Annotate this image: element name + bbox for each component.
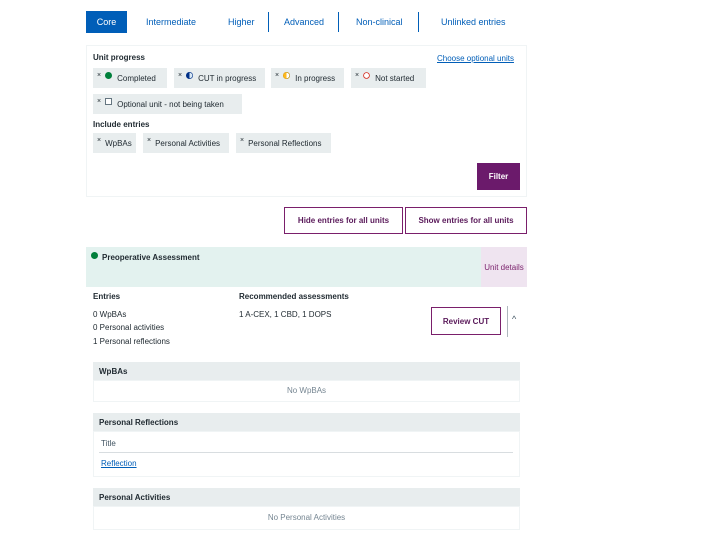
- entry-chip-wpbas[interactable]: × WpBAs: [93, 133, 136, 153]
- hide-entries-all-button[interactable]: Hide entries for all units: [284, 207, 403, 234]
- progress-chip-completed[interactable]: × Completed: [93, 68, 167, 88]
- remove-icon: ×: [97, 71, 102, 79]
- tab-core[interactable]: Core: [86, 11, 127, 33]
- remove-icon: ×: [147, 136, 152, 144]
- empty-circle-icon: [363, 71, 370, 81]
- remove-icon: ×: [178, 71, 183, 79]
- progress-chip-optional-not-taken[interactable]: × Optional unit - not being taken: [93, 94, 242, 114]
- recommended-value: 1 A-CEX, 1 CBD, 1 DOPS: [239, 310, 332, 319]
- reflection-link[interactable]: Reflection: [101, 459, 137, 468]
- reflections-column-divider: [99, 452, 513, 453]
- remove-icon: ×: [97, 97, 102, 105]
- unit-details-button[interactable]: Unit details: [481, 247, 527, 287]
- reflections-section-body: [93, 431, 520, 477]
- entries-activities-count: 0 Personal activities: [93, 323, 165, 332]
- filter-button[interactable]: Filter: [477, 163, 520, 190]
- show-entries-all-button[interactable]: Show entries for all units: [405, 207, 527, 234]
- review-cut-button[interactable]: Review CUT: [431, 307, 501, 335]
- reflections-section-header: Personal Reflections: [93, 413, 520, 431]
- collapse-divider: [507, 306, 508, 337]
- remove-icon: ×: [240, 136, 245, 144]
- tab-unlinked-entries[interactable]: Unlinked entries: [441, 11, 511, 33]
- green-dot-icon: [105, 71, 113, 81]
- tab-intermediate[interactable]: Intermediate: [146, 11, 206, 33]
- progress-chip-not-started[interactable]: × Not started: [351, 68, 426, 88]
- remove-icon: ×: [355, 71, 360, 79]
- yellow-half-circle-icon: [283, 71, 291, 81]
- progress-chip-in-progress[interactable]: × In progress: [271, 68, 344, 88]
- remove-icon: ×: [97, 136, 102, 144]
- wpbas-empty-message: No WpBAs: [286, 386, 327, 395]
- blue-half-circle-icon: [186, 71, 194, 81]
- choose-optional-units-link[interactable]: Choose optional units: [437, 54, 514, 63]
- tab-separator: [418, 12, 419, 32]
- tab-separator: [338, 12, 339, 32]
- progress-chip-cut-in-progress[interactable]: × CUT in progress: [174, 68, 265, 88]
- tab-non-clinical[interactable]: Non-clinical: [356, 11, 406, 33]
- entries-wpbas-count: 0 WpBAs: [93, 310, 127, 319]
- activities-section-header: Personal Activities: [93, 488, 520, 506]
- entries-reflections-count: 1 Personal reflections: [93, 337, 170, 346]
- wpbas-section-header: WpBAs: [93, 362, 520, 380]
- remove-icon: ×: [275, 71, 280, 79]
- tab-advanced[interactable]: Advanced: [284, 11, 330, 33]
- include-entries-label: Include entries: [93, 120, 150, 129]
- reflections-column-title: Title: [101, 439, 116, 448]
- tab-higher[interactable]: Higher: [228, 11, 262, 33]
- recommended-label: Recommended assessments: [239, 292, 349, 301]
- unit-progress-label: Unit progress: [93, 53, 146, 62]
- entries-label: Entries: [93, 292, 121, 301]
- tab-separator: [268, 12, 269, 32]
- entry-chip-personal-reflections[interactable]: × Personal Reflections: [236, 133, 331, 153]
- entry-chip-personal-activities[interactable]: × Personal Activities: [143, 133, 229, 153]
- square-icon: [105, 97, 112, 107]
- status-dot-icon: [91, 252, 98, 259]
- unit-title: Preoperative Assessment: [102, 253, 200, 262]
- activities-empty-message: No Personal Activities: [267, 513, 346, 522]
- chevron-up-icon[interactable]: ^: [512, 314, 516, 324]
